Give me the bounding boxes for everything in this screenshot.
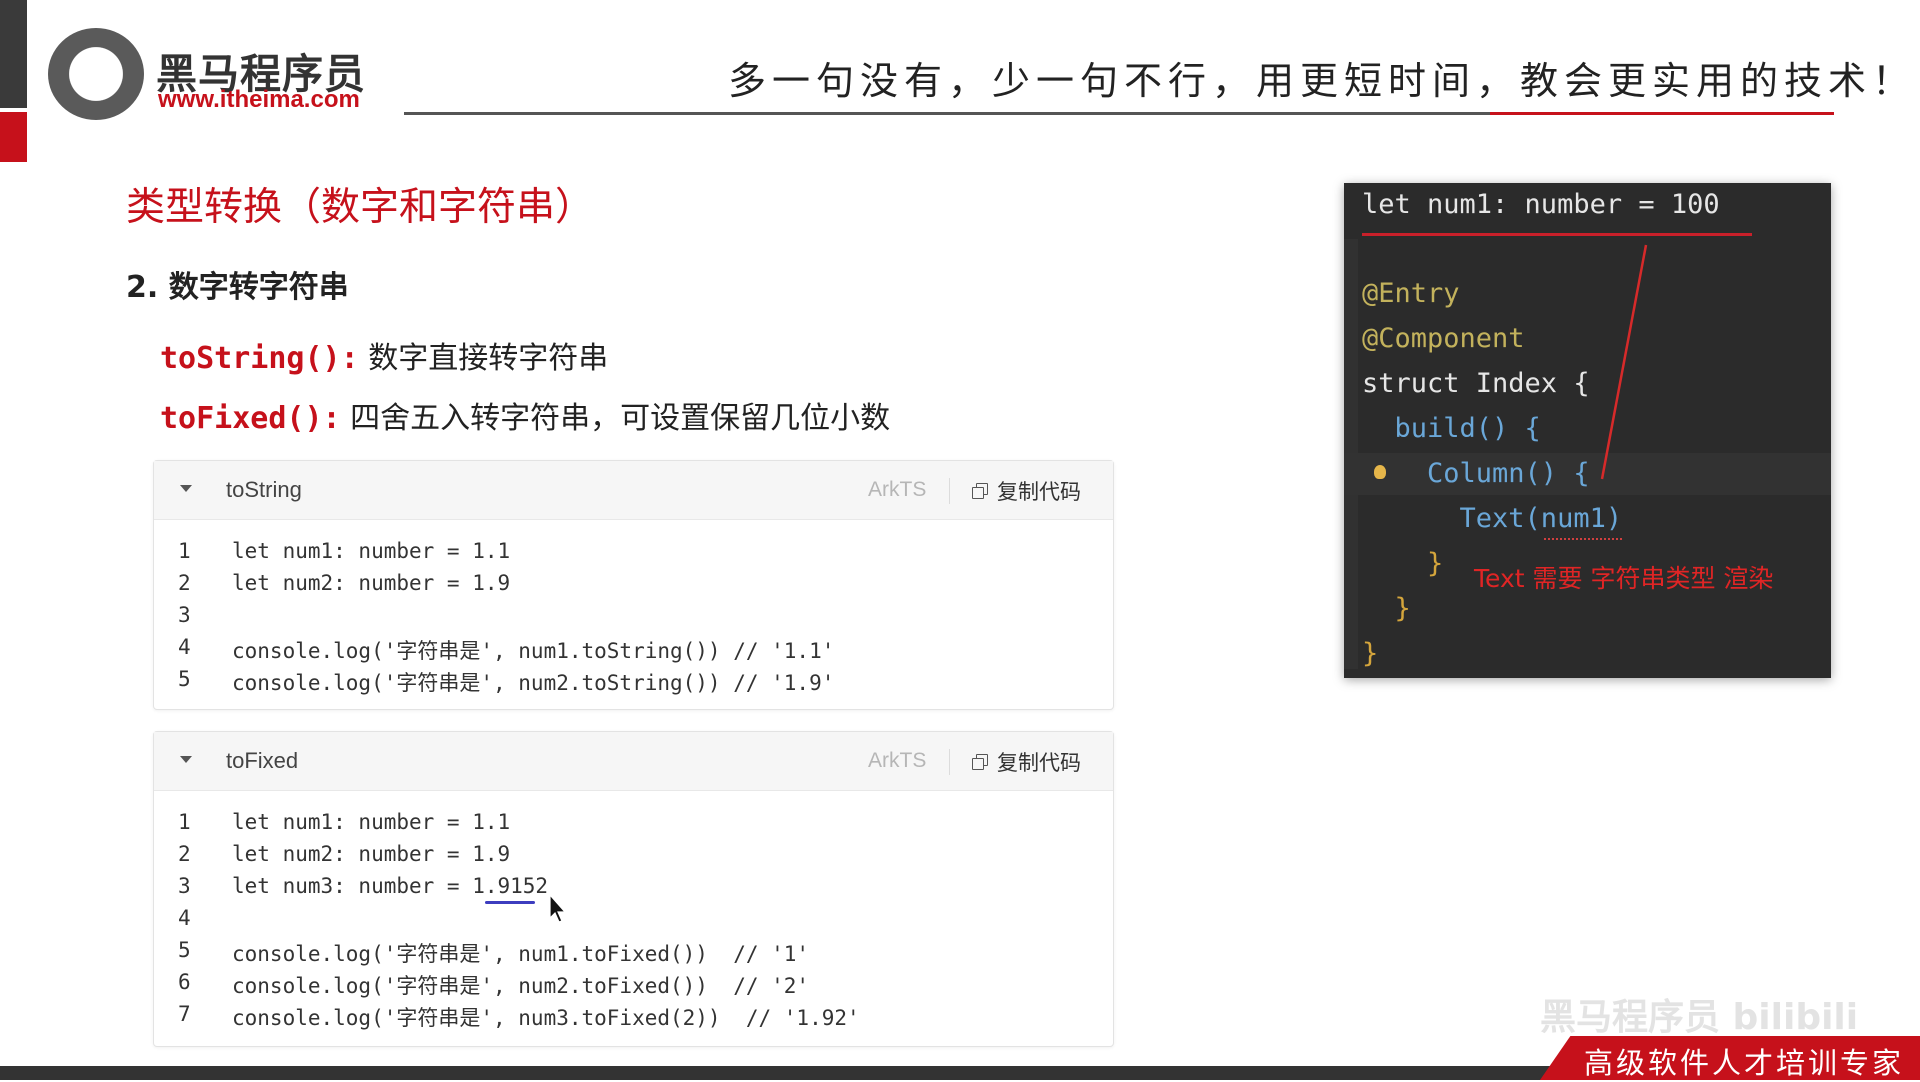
line-number: 5 — [178, 667, 191, 691]
code-line: 4 console.log('字符串是', num1.toString()) //… — [154, 632, 1113, 664]
code-card-tofixed: toFixed ArkTS 复制代码 1 let num1: number = 1… — [153, 731, 1114, 1047]
code-text: console.log('字符串是', num3.toFixed(2)) // … — [232, 1006, 860, 1030]
line-number: 6 — [178, 970, 191, 994]
left-red-bar — [0, 112, 27, 162]
line-number: 3 — [178, 603, 191, 627]
editor-line: @Entry — [1362, 278, 1460, 309]
code-card-tostring: toString ArkTS 复制代码 1 let num1: number = … — [153, 460, 1114, 710]
editor-line: } — [1362, 593, 1411, 624]
code-card-name: toFixed — [226, 748, 299, 773]
code-text: let num1: number = 1.1 — [232, 539, 511, 563]
editor-line: Column() { — [1362, 458, 1590, 489]
code-line: 5 console.log('字符串是', num2.toString()) //… — [154, 664, 1113, 696]
code-line: 1 let num1: number = 1.1 — [154, 807, 1113, 839]
code-language: ArkTS — [868, 478, 927, 501]
code-card-header: toString ArkTS 复制代码 — [154, 461, 1113, 520]
slide-title: 类型转换（数字和字符串） — [126, 185, 595, 230]
highlight-underline — [485, 901, 535, 904]
copy-icon[interactable] — [972, 483, 988, 499]
copy-code-button[interactable]: 复制代码 — [997, 476, 1081, 506]
code-text: console.log('字符串是', num1.toString()) // … — [232, 639, 835, 663]
error-squiggle — [1544, 535, 1622, 540]
code-text: let num2: number = 1.9 — [232, 842, 511, 866]
collapse-caret-icon[interactable] — [180, 756, 192, 763]
annotation-underline — [1362, 233, 1752, 236]
editor-line: build() { — [1362, 413, 1541, 444]
editor-line: @Component — [1362, 323, 1525, 354]
line-number: 2 — [178, 842, 191, 866]
brand-url: www.itheima.com — [158, 86, 360, 113]
editor-line: Text(num1) — [1362, 503, 1623, 534]
code-text: console.log('字符串是', num1.toFixed()) // '… — [232, 942, 810, 966]
collapse-caret-icon[interactable] — [180, 485, 192, 492]
method-description: toString(): 数字直接转字符串 — [160, 333, 608, 377]
mouse-cursor-icon — [549, 894, 567, 923]
method-name: toFixed(): — [160, 401, 341, 436]
copy-icon[interactable] — [972, 754, 988, 770]
line-number: 1 — [178, 810, 191, 834]
left-dark-bar — [0, 0, 27, 108]
watermark: 黑马程序员 bilibili — [1540, 997, 1859, 1038]
code-text: console.log('字符串是', num2.toFixed()) // '… — [232, 974, 810, 998]
copy-code-button[interactable]: 复制代码 — [997, 747, 1081, 777]
code-text: let num2: number = 1.9 — [232, 571, 511, 595]
code-text: let num3: number = 1.9152 — [232, 874, 549, 898]
code-line: 5 console.log('字符串是', num1.toFixed()) // … — [154, 935, 1113, 967]
horse-logo-icon — [48, 28, 144, 120]
code-text: console.log('字符串是', num2.toString()) // … — [232, 671, 835, 695]
method-text: 数字直接转字符串 — [358, 341, 609, 376]
header-divider — [404, 112, 1490, 115]
code-line: 4 — [154, 903, 1113, 935]
method-text: 四舍五入转字符串，可设置保留几位小数 — [340, 401, 891, 436]
code-line: 3 let num3: number = 1.9152 — [154, 871, 1113, 903]
editor-line: let num1: number = 100 — [1362, 189, 1720, 220]
code-line: 7 console.log('字符串是', num3.toFixed(2)) //… — [154, 999, 1113, 1031]
annotation-note: Text 需要 字符串类型 渲染 — [1474, 564, 1774, 593]
header-separator — [949, 749, 950, 775]
code-block: 1 let num1: number = 1.1 2 let num2: numbe… — [154, 791, 1113, 1031]
line-number: 7 — [178, 1002, 191, 1026]
code-card-header: toFixed ArkTS 复制代码 — [154, 732, 1113, 791]
header-separator — [949, 478, 950, 504]
line-number: 4 — [178, 906, 191, 930]
method-description: toFixed(): 四舍五入转字符串，可设置保留几位小数 — [160, 393, 890, 437]
line-number: 5 — [178, 938, 191, 962]
bottom-badge-text: 高级软件人才培训专家 — [1584, 1046, 1905, 1080]
header-divider-accent — [1490, 112, 1834, 115]
editor-line: } — [1362, 548, 1444, 579]
code-card-name: toString — [226, 477, 302, 502]
code-line: 2 let num2: number = 1.9 — [154, 568, 1113, 600]
line-number: 3 — [178, 874, 191, 898]
slogan: 多一句没有，少一句不行，用更短时间，教会更实用的技术！ — [728, 59, 1917, 103]
editor-line: struct Index { — [1362, 368, 1590, 399]
code-line: 2 let num2: number = 1.9 — [154, 839, 1113, 871]
code-block: 1 let num1: number = 1.1 2 let num2: numbe… — [154, 520, 1113, 696]
brand-logo: 黑马程序员 www.itheima.com — [48, 24, 378, 124]
code-language: ArkTS — [868, 749, 927, 772]
line-number: 2 — [178, 571, 191, 595]
editor-line: } — [1362, 638, 1379, 669]
code-line: 6 console.log('字符串是', num2.toFixed()) // … — [154, 967, 1113, 999]
slide-subtitle: 2. 数字转字符串 — [126, 270, 349, 305]
code-text: let num1: number = 1.1 — [232, 810, 511, 834]
code-line: 3 — [154, 600, 1113, 632]
line-number: 4 — [178, 635, 191, 659]
line-number: 1 — [178, 539, 191, 563]
code-line: 1 let num1: number = 1.1 — [154, 536, 1113, 568]
code-editor-panel: let num1: number = 100 @Entry @Component… — [1344, 183, 1831, 678]
method-name: toString(): — [160, 341, 359, 376]
